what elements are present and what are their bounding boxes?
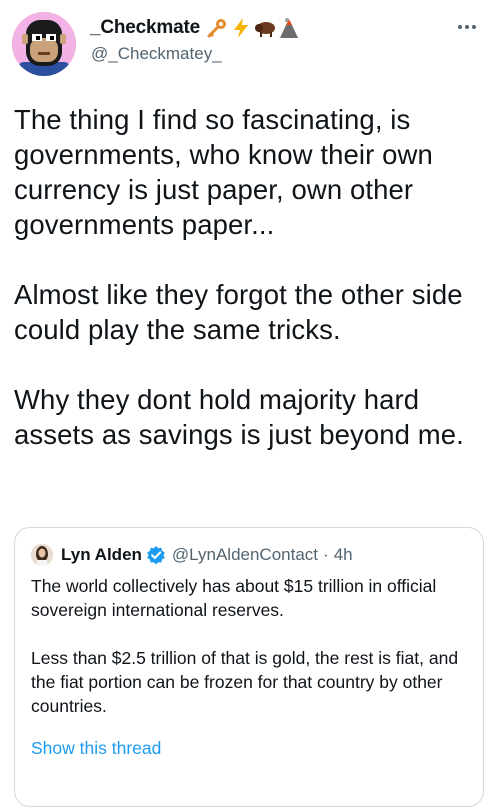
quoted-paragraph: Less than $2.5 trillion of that is gold,… bbox=[31, 648, 459, 716]
author-handle[interactable]: @_Checkmatey_ bbox=[91, 44, 222, 64]
more-dot bbox=[465, 25, 469, 29]
quoted-author-handle[interactable]: @LynAldenContact bbox=[172, 545, 318, 565]
separator-dot: · bbox=[323, 545, 329, 564]
author-badges bbox=[206, 17, 300, 39]
more-dot bbox=[458, 25, 462, 29]
tweet-header: _Checkmate @_Checkmatey_ bbox=[0, 0, 498, 90]
volcano-icon bbox=[278, 17, 300, 39]
tweet-paragraph: Almost like they forgot the other side c… bbox=[14, 279, 463, 345]
verified-badge-icon bbox=[146, 545, 166, 565]
key-icon bbox=[206, 17, 228, 39]
tweet-text: The thing I find so fascinating, is gove… bbox=[14, 102, 484, 452]
author-name-row: _Checkmate bbox=[90, 16, 300, 40]
quoted-tweet-time[interactable]: 4h bbox=[334, 545, 353, 565]
quoted-tweet-header: Lyn Alden @LynAldenContact · 4h bbox=[31, 542, 353, 568]
bison-icon bbox=[254, 17, 276, 39]
quoted-paragraph: The world collectively has about $15 tri… bbox=[31, 576, 437, 620]
lightning-icon bbox=[230, 17, 252, 39]
author-avatar[interactable] bbox=[12, 12, 76, 76]
quoted-author-name[interactable]: Lyn Alden bbox=[61, 545, 142, 565]
show-thread-link[interactable]: Show this thread bbox=[31, 738, 161, 759]
more-options-icon[interactable] bbox=[458, 20, 482, 34]
quoted-tweet-text: The world collectively has about $15 tri… bbox=[31, 574, 471, 718]
quoted-author-avatar[interactable] bbox=[31, 544, 53, 566]
tweet-paragraph: Why they dont hold majority hard assets … bbox=[14, 384, 464, 450]
more-dot bbox=[472, 25, 476, 29]
author-display-name[interactable]: _Checkmate bbox=[90, 17, 200, 39]
quoted-tweet-card[interactable]: Lyn Alden @LynAldenContact · 4h The worl… bbox=[14, 527, 484, 807]
tweet-paragraph: The thing I find so fascinating, is gove… bbox=[14, 104, 433, 240]
